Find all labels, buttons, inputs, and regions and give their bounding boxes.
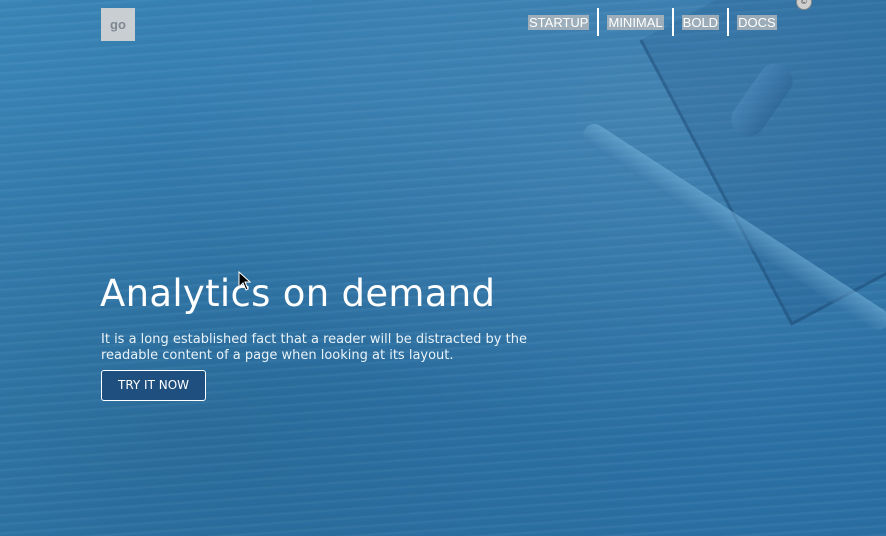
- nav-item-docs[interactable]: DOCS: [737, 14, 777, 30]
- nav-item-bold[interactable]: BOLD: [681, 14, 720, 30]
- nav-divider: [671, 8, 674, 36]
- nav-divider: [727, 8, 730, 36]
- top-nav: STARTUP MINIMAL BOLD DOCS: [520, 8, 785, 36]
- mouse-pointer-icon: [238, 271, 252, 291]
- hero-section: © go STARTUP MINIMAL BOLD DOCS Analytics…: [0, 0, 886, 536]
- try-it-now-button[interactable]: TRY IT NOW: [101, 370, 206, 401]
- nav-divider: [597, 8, 600, 36]
- nav-item-startup[interactable]: STARTUP: [528, 14, 590, 30]
- hero-title: Analytics on demand: [100, 272, 496, 315]
- logo[interactable]: go: [101, 8, 135, 41]
- hero-lead-text: It is a long established fact that a rea…: [101, 332, 527, 363]
- nav-item-minimal[interactable]: MINIMAL: [607, 14, 664, 30]
